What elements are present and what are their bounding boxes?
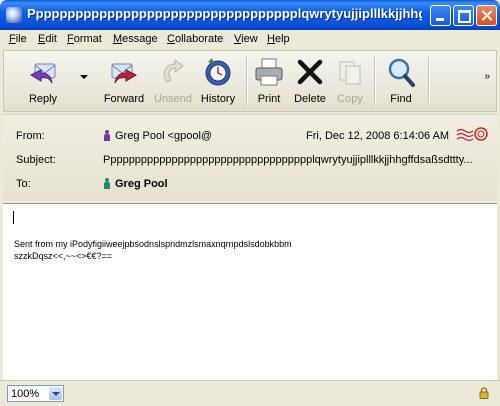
forward-icon [111, 63, 138, 84]
message-date: Fri, Dec 12, 2008 6:14:06 AM [306, 130, 450, 142]
menu-format[interactable]: Format [67, 33, 102, 45]
history-button[interactable]: History [195, 51, 241, 111]
app-icon[interactable] [6, 7, 22, 23]
find-label: Find [390, 93, 412, 105]
postmark-icon [456, 127, 488, 142]
message-body[interactable]: Sent from my iPodyfigiiweejpbsodnslspndm… [3, 203, 497, 380]
title-bar: Pppppppppppppppppppppppppppppppppplqwryt… [0, 0, 500, 30]
menu-message[interactable]: Message [113, 33, 158, 45]
message-header: From: Greg Pool <gpool@ Fri, Dec 12, 200… [3, 114, 497, 201]
menu-collaborate[interactable]: Collaborate [167, 33, 223, 45]
toolbar-separator [246, 57, 248, 105]
reply-icon [29, 63, 56, 84]
copy-label: Copy [337, 93, 363, 105]
reply-dropdown-icon[interactable] [80, 75, 88, 79]
toolbar-separator [428, 57, 430, 105]
chevron-down-icon[interactable] [49, 387, 62, 400]
toolbar-overflow-button[interactable]: » [484, 71, 490, 82]
to-address: Greg Pool [115, 178, 168, 190]
menu-file[interactable]: File [9, 33, 27, 45]
unsend-button[interactable]: Unsend [150, 51, 196, 111]
unsend-icon [163, 59, 184, 83]
status-bar: 100% [0, 380, 500, 406]
menu-bar: File Edit Format Message Collaborate Vie… [0, 30, 500, 49]
from-label: From: [16, 130, 45, 142]
print-button[interactable]: Print [252, 51, 286, 111]
body-line-1: Sent from my iPodyfigiiweejpbsodnslspndm… [14, 239, 292, 249]
reply-button[interactable]: Reply [13, 51, 73, 111]
subject-label: Subject: [16, 154, 56, 166]
body-line-2: szzkDqsz<<,~~<>€€?== [14, 251, 113, 261]
history-icon [205, 58, 231, 86]
copy-button[interactable]: Copy [333, 51, 367, 111]
forward-label: Forward [103, 93, 145, 105]
menu-view[interactable]: View [234, 33, 258, 45]
toolbar-separator [374, 57, 376, 105]
copy-icon [339, 61, 361, 85]
mail-window: Pppppppppppppppppppppppppppppppppplqwryt… [0, 0, 500, 406]
delete-icon [297, 59, 323, 85]
delete-button[interactable]: Delete [290, 51, 330, 111]
magnifier-icon [388, 58, 415, 87]
from-address: Greg Pool <gpool@ [115, 130, 213, 142]
person-icon [103, 178, 111, 189]
history-label: History [200, 93, 236, 105]
from-value[interactable]: Greg Pool <gpool@ [103, 130, 212, 142]
window-title: Pppppppppppppppppppppppppppppppppplqwryt… [27, 6, 422, 21]
subject-value: Pppppppppppppppppppppppppppppppppplqwryt… [103, 154, 473, 166]
close-button[interactable] [476, 5, 497, 26]
forward-button[interactable]: Forward [96, 51, 152, 111]
print-label: Print [257, 93, 281, 105]
menu-help[interactable]: Help [267, 33, 290, 45]
delete-label: Delete [294, 93, 326, 105]
person-icon [103, 130, 111, 141]
reply-label: Reply [28, 93, 58, 105]
to-label: To: [16, 178, 31, 190]
unsend-label: Unsend [154, 93, 192, 105]
menu-edit[interactable]: Edit [38, 33, 57, 45]
toolbar: Reply Forward Unsend History Print Delet… [3, 50, 497, 112]
printer-icon [255, 58, 283, 86]
zoom-value: 100% [11, 388, 40, 400]
text-cursor [13, 211, 14, 224]
zoom-select[interactable]: 100% [7, 385, 64, 402]
to-value[interactable]: Greg Pool [103, 178, 168, 190]
maximize-button[interactable] [453, 5, 474, 26]
minimize-button[interactable] [430, 5, 451, 26]
lock-icon [479, 387, 489, 399]
find-button[interactable]: Find [384, 51, 418, 111]
